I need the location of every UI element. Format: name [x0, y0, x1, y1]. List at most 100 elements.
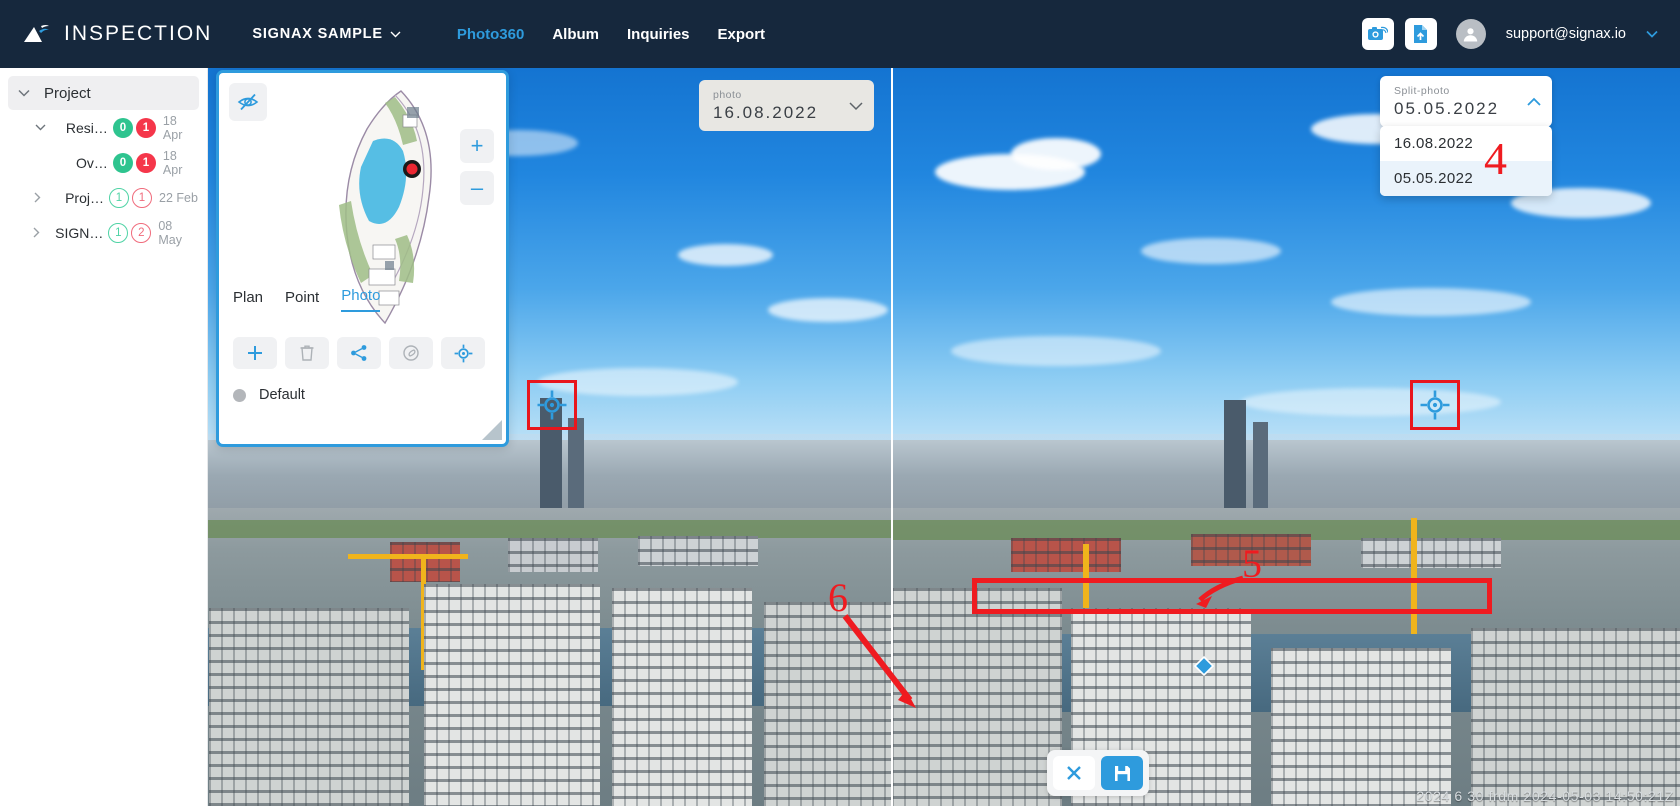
status-badge-green: 1: [108, 222, 129, 243]
dropdown-option[interactable]: 16.08.2022: [1380, 126, 1552, 161]
add-photo360-button[interactable]: [1361, 18, 1394, 50]
tree-item-date: 18 Apr: [162, 148, 183, 177]
table-row[interactable]: SIGN… 1 2 08 May: [0, 215, 207, 250]
red-point-marker-icon: [406, 163, 418, 175]
split-divider[interactable]: [891, 68, 893, 806]
chevron-right-icon[interactable]: [26, 227, 48, 238]
nav-item-photo360[interactable]: Photo360: [457, 26, 525, 43]
annotation-5: 5: [1242, 541, 1262, 586]
target-crosshair-icon: [537, 390, 567, 420]
building: [424, 584, 600, 806]
building: [1471, 628, 1680, 806]
delete-photo-button[interactable]: [285, 337, 329, 369]
sidebar-root-label: Project: [44, 84, 91, 102]
close-x-icon: [1067, 766, 1081, 780]
header-actions: support@signax.io: [1361, 18, 1658, 50]
tab-plan[interactable]: Plan: [233, 289, 263, 312]
plus-icon: [248, 346, 262, 360]
target-icon: [454, 344, 472, 362]
chevron-down-icon[interactable]: [1646, 30, 1658, 38]
building: [1271, 648, 1451, 806]
app-root: INSPECTION SIGNAX SAMPLE Photo360 Album …: [0, 0, 1680, 806]
chevron-up-icon[interactable]: [1527, 97, 1541, 106]
tree-item-name: Proj…: [65, 189, 104, 206]
trash-icon: [300, 345, 314, 361]
project-selector-label: SIGNAX SAMPLE: [252, 26, 383, 42]
nav-item-album[interactable]: Album: [552, 26, 599, 43]
tab-photo[interactable]: Photo: [341, 287, 381, 312]
table-row[interactable]: Proj… 1 1 22 Feb: [0, 180, 207, 215]
upload-file-button[interactable]: [1404, 18, 1437, 50]
camera-360-icon: [1368, 26, 1389, 40]
chevron-down-icon: [18, 89, 30, 97]
tab-point[interactable]: Point: [285, 289, 319, 312]
table-row[interactable]: Resi… 0 1 18 Apr: [0, 110, 207, 145]
left-crosshair-marker[interactable]: [527, 380, 577, 430]
avatar[interactable]: [1455, 19, 1486, 49]
status-badge-red: 1: [135, 117, 156, 138]
compass-icon: [403, 345, 419, 361]
resize-grip-icon[interactable]: [481, 419, 503, 441]
building: [209, 608, 409, 806]
nav-item-export[interactable]: Export: [718, 26, 766, 43]
split-date-value: 05.05.2022: [1394, 99, 1500, 118]
point-info-panel[interactable]: + – Plan Point Photo Default: [216, 70, 509, 447]
panel-toolbar: [233, 337, 485, 369]
status-badge-red: 1: [135, 152, 156, 173]
map-zoom-controls: + –: [460, 129, 494, 205]
save-floppy-icon: [1114, 765, 1130, 781]
dropdown-option[interactable]: 05.05.2022: [1380, 161, 1552, 196]
brand: INSPECTION: [22, 22, 212, 46]
layer-name: Default: [259, 387, 305, 403]
nav-item-inquiries[interactable]: Inquiries: [627, 26, 690, 43]
locate-point-button[interactable]: [441, 337, 485, 369]
status-badge-green: 0: [112, 117, 133, 138]
add-photo-button[interactable]: [233, 337, 277, 369]
orientation-button[interactable]: [389, 337, 433, 369]
chevron-right-icon[interactable]: [26, 192, 48, 203]
layer-row[interactable]: Default: [233, 387, 305, 403]
blue-point-marker-icon[interactable]: [1193, 655, 1215, 681]
photo-watermark: 2024 6 30 frdm 2024-05-03 14:50:21Z: [1416, 788, 1674, 804]
skyline-tower: [1253, 422, 1268, 510]
cancel-button[interactable]: [1053, 756, 1095, 790]
tree-item-name: SIGN…: [55, 224, 104, 241]
annotation-6: 6: [828, 575, 848, 620]
zoom-in-button[interactable]: +: [460, 129, 494, 163]
building: [764, 602, 891, 806]
sidebar-item-project[interactable]: Project: [8, 76, 199, 110]
photo-pane-right[interactable]: [891, 68, 1680, 806]
tree-item-date: 22 Feb: [159, 190, 198, 205]
status-badge-red: 2: [131, 222, 152, 243]
skyline-tower: [1224, 400, 1246, 510]
edit-action-bar: [1047, 750, 1149, 796]
top-header: INSPECTION SIGNAX SAMPLE Photo360 Album …: [0, 0, 1680, 68]
right-crosshair-marker[interactable]: [1410, 380, 1460, 430]
split-date-label: Split-photo: [1394, 85, 1450, 97]
mountain-logo-icon: [24, 25, 49, 42]
project-selector[interactable]: SIGNAX SAMPLE: [252, 26, 401, 42]
split-photo-dropdown[interactable]: 16.08.2022 05.05.2022: [1380, 126, 1552, 196]
chevron-down-icon[interactable]: [849, 101, 863, 110]
user-email: support@signax.io: [1505, 26, 1626, 42]
toggle-visibility-button[interactable]: [229, 83, 267, 121]
crane-jib: [348, 554, 468, 559]
share-icon: [351, 345, 367, 361]
layer-color-dot-icon: [233, 388, 246, 402]
photo-date-value: 16.08.2022: [713, 103, 819, 122]
split-photo-date-select[interactable]: Split-photo 05.05.2022: [1380, 76, 1552, 127]
building: [612, 588, 752, 806]
photo-date-label: photo: [713, 89, 742, 101]
brand-name: INSPECTION: [64, 22, 213, 45]
badges: 0 1: [112, 117, 156, 138]
tree-item-name: Resi…: [65, 119, 108, 136]
sidebar: Project Resi… 0 1 18 Apr Ov… 0 1 18 Apr: [0, 68, 208, 806]
table-row[interactable]: Ov… 0 1 18 Apr: [0, 145, 207, 180]
photo-date-select[interactable]: photo 16.08.2022: [699, 80, 874, 131]
tree-item-date: 08 May: [158, 218, 182, 247]
zoom-out-button[interactable]: –: [460, 171, 494, 205]
save-button[interactable]: [1101, 756, 1143, 790]
share-photo-button[interactable]: [337, 337, 381, 369]
panel-tabs: Plan Point Photo: [233, 287, 381, 312]
chevron-down-icon[interactable]: [30, 124, 52, 131]
